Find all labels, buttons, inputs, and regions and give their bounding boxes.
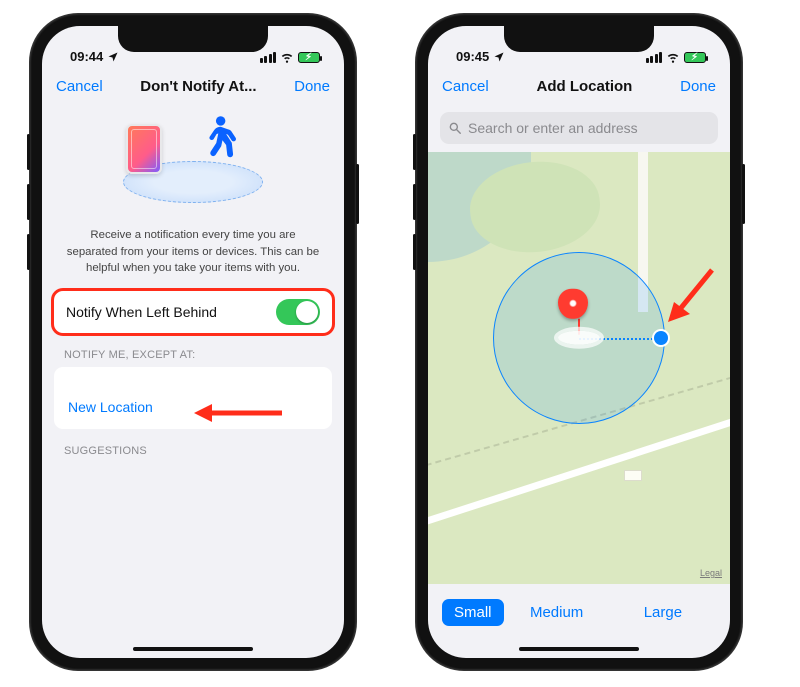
cancel-button[interactable]: Cancel [56, 78, 103, 95]
notify-toggle-row[interactable]: Notify When Left Behind [54, 291, 332, 333]
home-indicator [133, 647, 253, 651]
battery-icon: ⚡︎ [298, 52, 320, 63]
hero-illustration [42, 106, 344, 221]
radius-segmented[interactable]: Small Medium Large [442, 592, 716, 632]
search-placeholder: Search or enter an address [468, 120, 638, 136]
signal-icon [260, 52, 277, 63]
map-pin[interactable] [558, 289, 600, 345]
map-legal-link[interactable]: Legal [700, 568, 722, 578]
wifi-icon [666, 50, 680, 64]
toggle-switch[interactable] [276, 299, 320, 325]
notch [118, 26, 268, 52]
annotation-arrow [192, 401, 284, 425]
building-icon [624, 470, 642, 481]
nav-bar: Cancel Add Location Done [428, 66, 730, 106]
location-arrow-icon [493, 51, 505, 63]
nav-bar: Cancel Don't Notify At... Done [42, 66, 344, 106]
done-button[interactable]: Done [680, 78, 716, 95]
radius-medium[interactable]: Medium [504, 604, 610, 621]
map-view[interactable]: Legal [428, 152, 730, 584]
exceptions-card: New Location [54, 367, 332, 429]
notch [504, 26, 654, 52]
signal-icon [646, 52, 663, 63]
phone-right: 09:45 ⚡︎ Cancel Add Location Done Search… [416, 14, 742, 670]
page-title: Add Location [537, 78, 633, 95]
ipad-icon [126, 124, 162, 174]
location-arrow-icon [107, 51, 119, 63]
status-time: 09:44 [70, 49, 103, 64]
wifi-icon [280, 50, 294, 64]
description-text: Receive a notification every time you ar… [42, 221, 344, 291]
walking-person-icon [194, 114, 240, 176]
home-indicator [519, 647, 639, 651]
radius-large[interactable]: Large [610, 604, 716, 621]
search-icon [448, 121, 462, 135]
toggle-label: Notify When Left Behind [66, 304, 217, 320]
search-bar[interactable]: Search or enter an address [440, 112, 718, 144]
done-button[interactable]: Done [294, 78, 330, 95]
radius-handle[interactable] [654, 331, 668, 345]
cancel-button[interactable]: Cancel [442, 78, 489, 95]
page-title: Don't Notify At... [140, 78, 256, 95]
suggestions-header: SUGGESTIONS [42, 429, 344, 463]
phone-left: 09:44 ⚡︎ Cancel Don't Notify At... Done … [30, 14, 356, 670]
annotation-arrow [662, 264, 718, 328]
radius-small[interactable]: Small [442, 599, 504, 626]
battery-icon: ⚡︎ [684, 52, 706, 63]
status-time: 09:45 [456, 49, 489, 64]
except-header: NOTIFY ME, EXCEPT AT: [42, 333, 344, 367]
